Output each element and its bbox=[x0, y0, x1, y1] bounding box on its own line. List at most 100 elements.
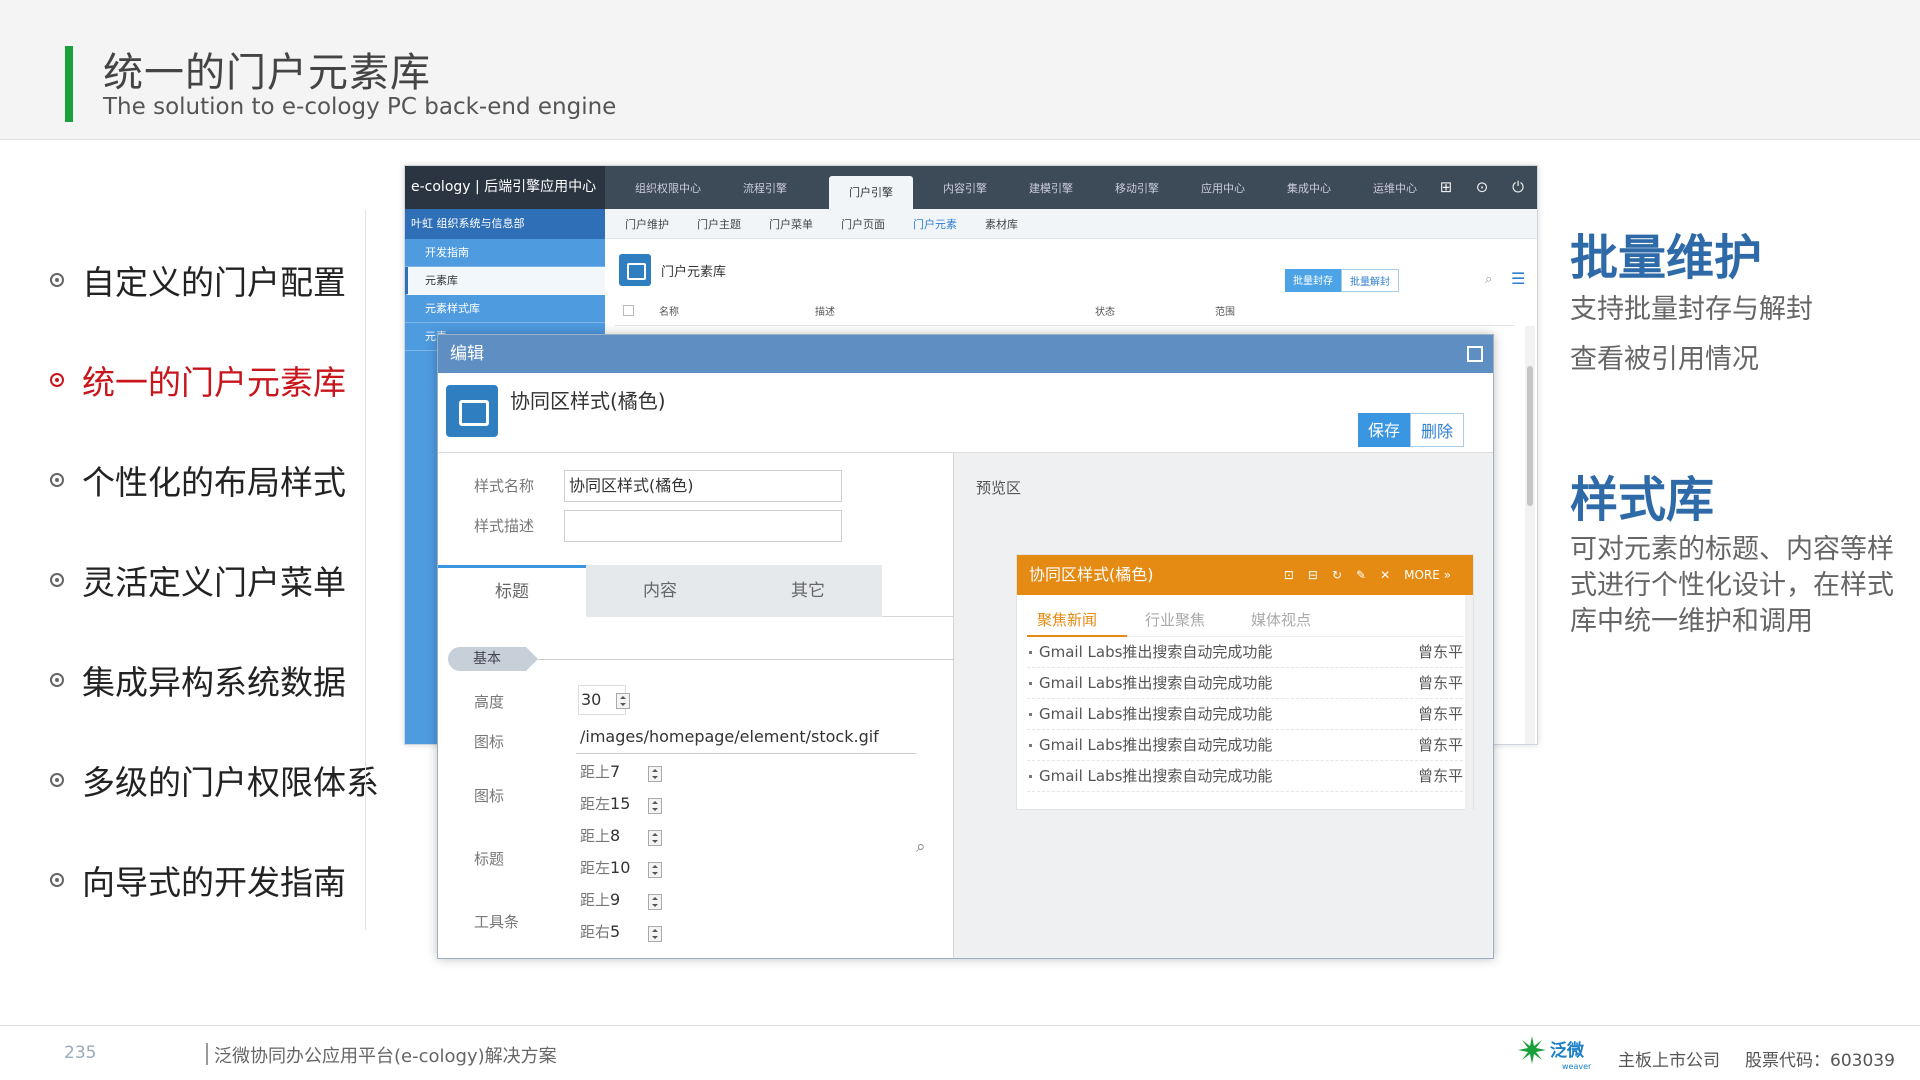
news-author: 曾东平 bbox=[1417, 736, 1463, 754]
list-item[interactable]: Gmail Labs推出搜索自动完成功能 曾东平 bbox=[1027, 637, 1463, 668]
news-author: 曾东平 bbox=[1417, 643, 1463, 661]
dialog-titlebar: 编辑 bbox=[438, 335, 1493, 373]
tab-title[interactable]: 标题 bbox=[438, 565, 586, 617]
subnav-item[interactable]: 素材库 bbox=[985, 216, 1018, 232]
page-number: 235 bbox=[64, 1043, 97, 1063]
subnav-item[interactable]: 门户菜单 bbox=[769, 216, 813, 232]
nav-item[interactable]: 组织权限中心 bbox=[635, 176, 701, 209]
nav-item[interactable]: 移动引擎 bbox=[1115, 176, 1159, 209]
style-form: 样式名称 协同区样式(橘色) 样式描述 标题 内容 其它 基本 高度 30 图标… bbox=[438, 453, 954, 958]
bullet-icon bbox=[50, 873, 64, 887]
height-label: 高度 bbox=[474, 693, 505, 711]
margin-value: 5 bbox=[610, 922, 621, 941]
margin-stepper[interactable] bbox=[648, 766, 662, 782]
nav-item-active[interactable]: 门户引擎 bbox=[829, 176, 913, 209]
height-stepper[interactable] bbox=[616, 693, 630, 709]
list-item[interactable]: Gmail Labs推出搜索自动完成功能 曾东平 bbox=[1027, 699, 1463, 730]
style-desc-label: 样式描述 bbox=[474, 517, 535, 535]
tab-other[interactable]: 其它 bbox=[734, 565, 882, 617]
batch-unseal-button[interactable]: 批量解封 bbox=[1341, 269, 1399, 292]
style-desc-input[interactable] bbox=[564, 510, 842, 542]
unlock-icon[interactable]: ⊟ bbox=[1308, 555, 1318, 595]
margin-value: 15 bbox=[610, 794, 631, 813]
margin-stepper[interactable] bbox=[648, 798, 662, 814]
subnav-item[interactable]: 门户主题 bbox=[697, 216, 741, 232]
style-tabs: 标题 内容 其它 bbox=[438, 565, 954, 617]
list-menu-icon[interactable]: ☰ bbox=[1511, 269, 1525, 288]
margin-stepper[interactable] bbox=[648, 862, 662, 878]
margin-field[interactable]: 距上7 bbox=[578, 758, 626, 788]
dialog-title: 编辑 bbox=[450, 344, 484, 364]
subnav-item[interactable]: 门户维护 bbox=[625, 216, 669, 232]
sidebar-item-active[interactable]: 元素库 bbox=[405, 267, 605, 295]
tab-content[interactable]: 内容 bbox=[586, 565, 734, 617]
nav-item[interactable]: 运维中心 bbox=[1373, 176, 1417, 209]
close-icon[interactable]: ✕ bbox=[1380, 555, 1390, 595]
feature-item: 灵活定义门户菜单 bbox=[50, 530, 380, 630]
batch-buttons: 批量封存 批量解封 bbox=[1285, 269, 1399, 292]
sidebar-item[interactable]: 开发指南 bbox=[405, 239, 605, 267]
portal-tab[interactable]: 行业聚焦 bbox=[1145, 609, 1205, 630]
feature-item: 集成异构系统数据 bbox=[50, 630, 380, 730]
margin-stepper[interactable] bbox=[648, 830, 662, 846]
margin-value: 9 bbox=[610, 890, 621, 909]
highlight-heading-style: 样式库 bbox=[1570, 472, 1715, 528]
margin-field[interactable]: 距左10 bbox=[578, 854, 630, 884]
subnav-item-active[interactable]: 门户元素 bbox=[913, 216, 957, 232]
dialog-header: 协同区样式(橘色) bbox=[446, 385, 666, 437]
maximize-icon[interactable] bbox=[1467, 346, 1483, 362]
col-status: 状态 bbox=[1095, 307, 1115, 318]
bullet-icon bbox=[50, 273, 64, 287]
content-title-text: 门户元素库 bbox=[661, 264, 727, 280]
select-all-checkbox[interactable] bbox=[623, 305, 634, 316]
nav-item[interactable]: 集成中心 bbox=[1287, 176, 1331, 209]
margin-field[interactable]: 距右5 bbox=[578, 918, 626, 948]
margin-stepper[interactable] bbox=[648, 926, 662, 942]
nav-item[interactable]: 应用中心 bbox=[1201, 176, 1245, 209]
slide-header: 统一的门户元素库 The solution to e-cology PC bac… bbox=[0, 0, 1920, 140]
sidebar-item[interactable]: 元素样式库 bbox=[405, 295, 605, 323]
portal-title: 协同区样式(橘色) bbox=[1029, 565, 1154, 584]
settings-icon[interactable]: ✎ bbox=[1356, 555, 1366, 595]
icon-margin-label: 图标 bbox=[474, 787, 505, 805]
margin-field[interactable]: 距上9 bbox=[578, 886, 626, 916]
portal-tab-active[interactable]: 聚焦新闻 bbox=[1037, 609, 1097, 630]
search-icon[interactable]: ⌕ bbox=[1485, 272, 1492, 287]
scrollbar[interactable] bbox=[1465, 595, 1473, 811]
icon-path-input[interactable]: /images/homepage/element/stock.gif bbox=[576, 722, 916, 754]
slide: 统一的门户元素库 The solution to e-cology PC bac… bbox=[0, 0, 1920, 1080]
style-name-input[interactable]: 协同区样式(橘色) bbox=[564, 470, 842, 502]
feature-item: 多级的门户权限体系 bbox=[50, 730, 380, 830]
search-icon[interactable]: ⌕ bbox=[916, 837, 926, 857]
margin-field[interactable]: 距上8 bbox=[578, 822, 626, 852]
more-icon[interactable]: ⊙ bbox=[1473, 178, 1491, 196]
news-title: Gmail Labs推出搜索自动完成功能 bbox=[1028, 761, 1272, 791]
subnav-item[interactable]: 门户页面 bbox=[841, 216, 885, 232]
divider bbox=[365, 210, 366, 930]
list-item[interactable]: Gmail Labs推出搜索自动完成功能 曾东平 bbox=[1027, 668, 1463, 699]
portal-tab[interactable]: 媒体视点 bbox=[1251, 609, 1311, 630]
save-button[interactable]: 保存 bbox=[1358, 413, 1411, 447]
footer-text: 泛微协同办公应用平台(e-cology)解决方案 bbox=[214, 1046, 557, 1067]
scrollbar[interactable] bbox=[1525, 326, 1535, 744]
news-title: Gmail Labs推出搜索自动完成功能 bbox=[1028, 730, 1272, 760]
icon-label: 图标 bbox=[474, 733, 505, 751]
margin-stepper[interactable] bbox=[648, 894, 662, 910]
more-link[interactable]: MORE » bbox=[1404, 555, 1451, 595]
bullet-icon bbox=[50, 773, 64, 787]
delete-button[interactable]: 删除 bbox=[1410, 413, 1465, 447]
refresh-icon[interactable]: ↻ bbox=[1332, 555, 1342, 595]
news-title: Gmail Labs推出搜索自动完成功能 bbox=[1028, 699, 1272, 729]
batch-seal-button[interactable]: 批量封存 bbox=[1285, 269, 1341, 292]
nav-item[interactable]: 建模引擎 bbox=[1029, 176, 1073, 209]
lock-icon[interactable]: ⊡ bbox=[1284, 555, 1294, 595]
margin-field[interactable]: 距左15 bbox=[578, 790, 630, 820]
nav-item[interactable]: 流程引擎 bbox=[743, 176, 787, 209]
margin-value: 10 bbox=[610, 858, 631, 877]
stock-code: 股票代码：603039 bbox=[1745, 1051, 1895, 1071]
list-item[interactable]: Gmail Labs推出搜索自动完成功能 曾东平 bbox=[1027, 730, 1463, 761]
power-icon[interactable]: ⏻ bbox=[1509, 178, 1527, 196]
list-item[interactable]: Gmail Labs推出搜索自动完成功能 曾东平 bbox=[1027, 761, 1463, 792]
nav-item[interactable]: 内容引擎 bbox=[943, 176, 987, 209]
grid-icon[interactable]: ⊞ bbox=[1437, 178, 1455, 196]
